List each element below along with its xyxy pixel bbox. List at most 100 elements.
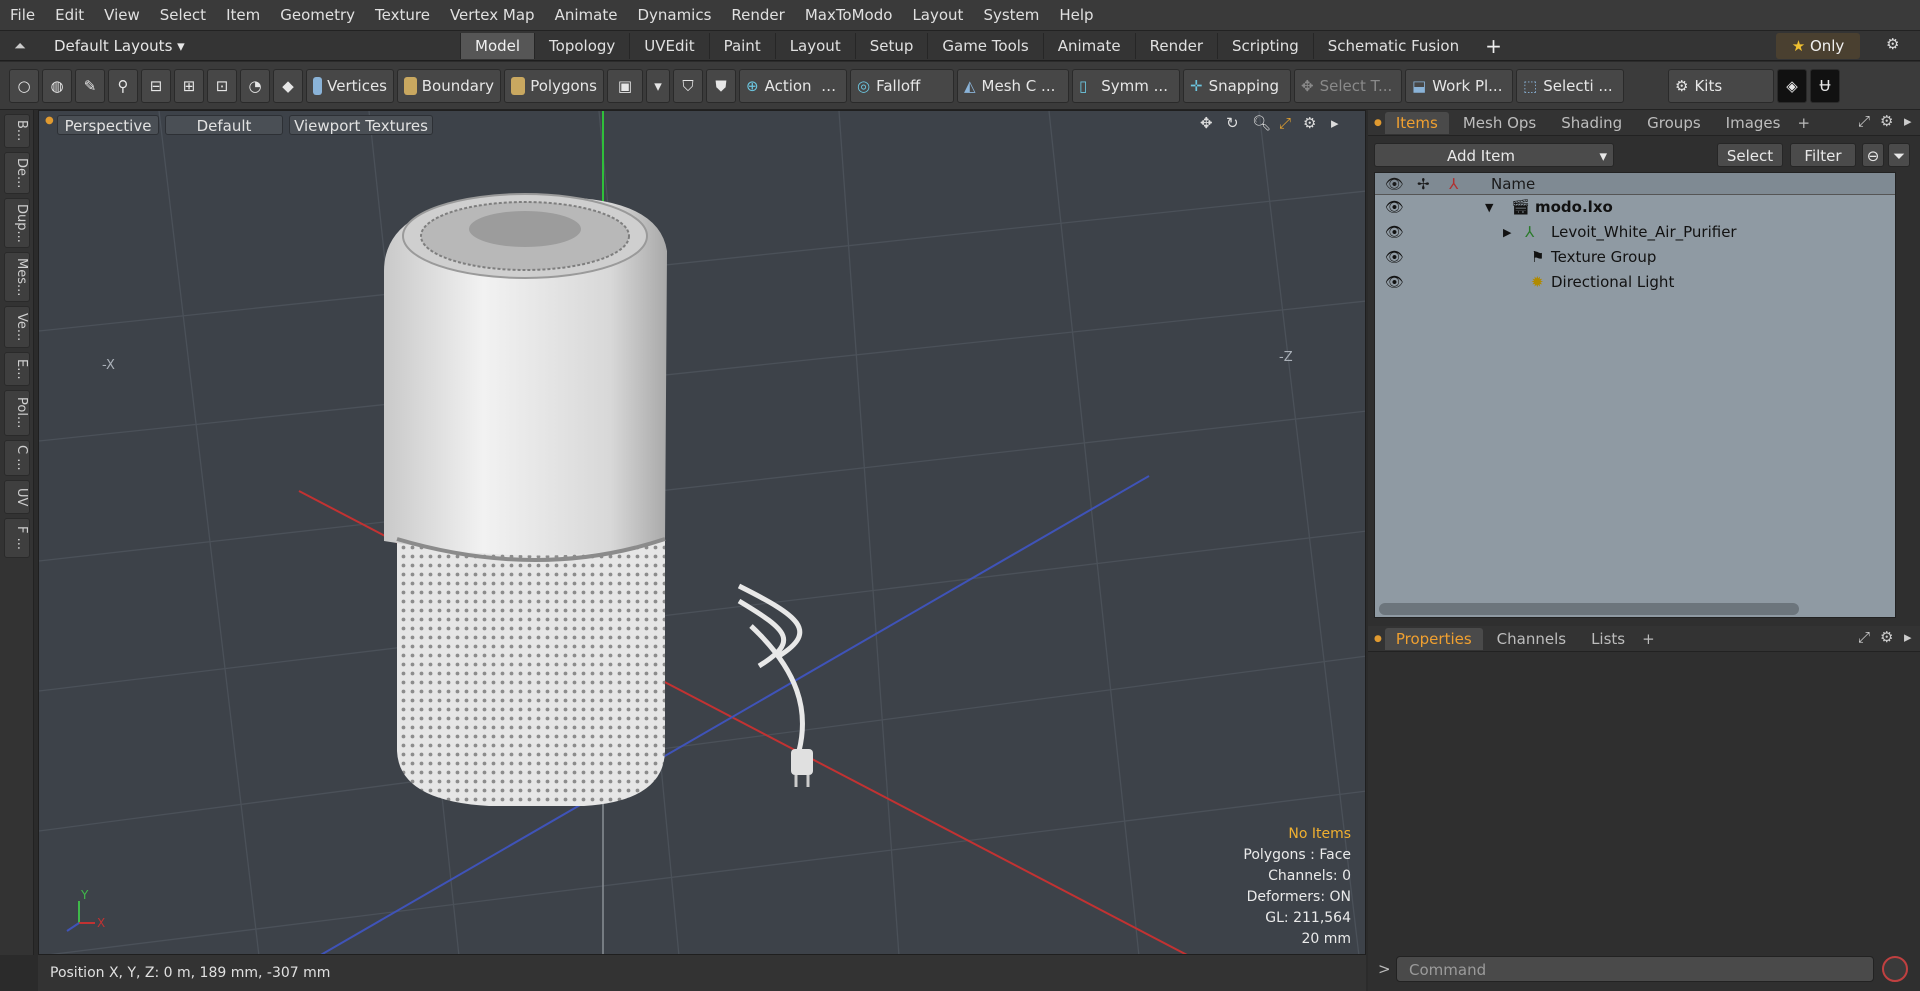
- menu-dynamics[interactable]: Dynamics: [627, 0, 721, 31]
- select-through-button[interactable]: ✥ Select T...: [1294, 68, 1402, 103]
- frame-icon[interactable]: ⊡: [207, 68, 237, 103]
- add-properties-tab-icon[interactable]: +: [1642, 630, 1655, 648]
- properties-expand-icon[interactable]: ⤢: [1858, 628, 1870, 646]
- tab-animate[interactable]: Animate: [1042, 32, 1135, 59]
- eye-icon[interactable]: 👁︎: [1385, 220, 1404, 245]
- left-tab-mesh-edit[interactable]: Mes...: [4, 252, 30, 302]
- tab-groups[interactable]: Groups: [1636, 112, 1711, 134]
- expand-down-icon[interactable]: ▼: [1485, 195, 1493, 220]
- eye-icon[interactable]: 👁︎: [1385, 195, 1404, 220]
- tab-lists[interactable]: Lists: [1580, 628, 1636, 650]
- dropdown-arrow-icon[interactable]: ▾: [646, 68, 670, 103]
- expand-right-icon[interactable]: ▶: [1503, 220, 1511, 245]
- work-plane-button[interactable]: ⬓ Work Pl...: [1405, 68, 1513, 103]
- left-tab-curve[interactable]: C ...: [4, 440, 30, 476]
- align-icon[interactable]: ⊟: [141, 68, 171, 103]
- menu-select[interactable]: Select: [150, 0, 216, 31]
- tab-images[interactable]: Images: [1715, 112, 1792, 134]
- left-tab-edge[interactable]: E...: [4, 352, 30, 386]
- unity-icon[interactable]: ◈: [1777, 68, 1807, 103]
- unreal-icon[interactable]: Ʉ: [1810, 68, 1840, 103]
- zoom-view-icon[interactable]: 🔍︎: [1252, 114, 1271, 132]
- item-mode-icon[interactable]: ◆: [273, 68, 303, 103]
- tab-model[interactable]: Model: [460, 32, 535, 59]
- mesh-constraint-button[interactable]: ◭ Mesh C ...: [957, 68, 1069, 103]
- viewport-menu-arrow-icon[interactable]: ▸: [1331, 114, 1339, 132]
- command-input[interactable]: Command: [1396, 956, 1874, 982]
- layout-selector[interactable]: Default Layouts ▾: [40, 37, 460, 55]
- collapse-list-icon[interactable]: ⊖: [1862, 143, 1884, 167]
- filter-button[interactable]: Filter: [1790, 143, 1856, 167]
- viewport-dot-icon[interactable]: ●: [45, 115, 54, 126]
- properties-gear-icon[interactable]: ⚙: [1880, 628, 1893, 646]
- only-toggle[interactable]: ★ Only: [1776, 33, 1860, 59]
- menu-view[interactable]: View: [94, 0, 150, 31]
- panel-expand-icon[interactable]: ⤢: [1858, 112, 1870, 130]
- select-circle-icon[interactable]: ○: [9, 68, 39, 103]
- panel-arrow-icon[interactable]: ▸: [1904, 112, 1912, 130]
- pen-icon[interactable]: ✎: [75, 68, 105, 103]
- list-item[interactable]: 👁︎ ⚑ Texture Group: [1375, 245, 1895, 270]
- rotate-view-icon[interactable]: ↻: [1226, 114, 1239, 132]
- add-tab-icon[interactable]: +: [1485, 34, 1502, 58]
- menu-item[interactable]: Item: [216, 0, 270, 31]
- add-panel-tab-icon[interactable]: +: [1797, 114, 1810, 132]
- menu-maxtomodo[interactable]: MaxToModo: [795, 0, 903, 31]
- panel-gear-icon[interactable]: ⚙: [1880, 112, 1893, 130]
- menu-geometry[interactable]: Geometry: [270, 0, 365, 31]
- 3d-viewport[interactable]: -X -Z Y X ● Perspective Default Viewport…: [38, 110, 1366, 955]
- snapping-button[interactable]: ✛ Snapping: [1183, 68, 1291, 103]
- tab-schematic-fusion[interactable]: Schematic Fusion: [1312, 32, 1473, 59]
- left-tab-duplicate[interactable]: Dup...: [4, 198, 30, 248]
- grid-icon[interactable]: ⊞: [174, 68, 204, 103]
- selection-sets-button[interactable]: ⬚ Selecti ...: [1516, 68, 1624, 103]
- menu-file[interactable]: File: [0, 0, 45, 31]
- gear-icon[interactable]: ⚙: [1886, 35, 1899, 53]
- tab-shading[interactable]: Shading: [1550, 112, 1633, 134]
- move-view-icon[interactable]: ✥: [1200, 114, 1213, 132]
- left-tab-vertex[interactable]: Ve...: [4, 306, 30, 348]
- boundary-button[interactable]: Boundary: [397, 68, 501, 103]
- menu-animate[interactable]: Animate: [545, 0, 628, 31]
- menu-render[interactable]: Render: [721, 0, 794, 31]
- viewport-gear-icon[interactable]: ⚙: [1303, 114, 1316, 132]
- tab-layout[interactable]: Layout: [774, 32, 855, 59]
- tab-scripting[interactable]: Scripting: [1217, 32, 1313, 59]
- tab-setup[interactable]: Setup: [854, 32, 928, 59]
- brush-icon[interactable]: ⚲: [108, 68, 138, 103]
- list-item[interactable]: 👁︎ ▼ 🎬︎ modo.lxo: [1375, 195, 1895, 220]
- menu-help[interactable]: Help: [1049, 0, 1103, 31]
- tab-mesh-ops[interactable]: Mesh Ops: [1452, 112, 1547, 134]
- menu-edit[interactable]: Edit: [45, 0, 94, 31]
- left-tab-polygon[interactable]: Pol...: [4, 390, 30, 436]
- menu-vertex-map[interactable]: Vertex Map: [440, 0, 545, 31]
- action-center-button[interactable]: ⊕ Action …: [739, 68, 847, 103]
- eye-icon[interactable]: 👁︎: [1385, 270, 1404, 295]
- menu-texture[interactable]: Texture: [365, 0, 440, 31]
- list-item[interactable]: 👁︎ ▶ ⅄ Levoit_White_Air_Purifier: [1375, 220, 1895, 245]
- list-item[interactable]: 👁︎ ✹ Directional Light: [1375, 270, 1895, 295]
- tab-uvedit[interactable]: UVEdit: [629, 32, 708, 59]
- panel-dot-icon[interactable]: ●: [1374, 118, 1382, 128]
- add-item-button[interactable]: Add Item ▾: [1374, 143, 1614, 167]
- left-tab-uv[interactable]: UV: [4, 480, 30, 514]
- tab-topology[interactable]: Topology: [534, 32, 629, 59]
- left-tab-basic[interactable]: B...: [4, 114, 30, 148]
- maximize-view-icon[interactable]: ⤢: [1279, 114, 1291, 132]
- tab-paint[interactable]: Paint: [708, 32, 775, 59]
- menu-layout[interactable]: Layout: [902, 0, 973, 31]
- tab-channels[interactable]: Channels: [1486, 628, 1577, 650]
- globe-icon[interactable]: ◍: [42, 68, 72, 103]
- menu-system[interactable]: System: [973, 0, 1049, 31]
- collapse-up-icon[interactable]: ⏶: [0, 37, 40, 55]
- rotate-circle-icon[interactable]: ◔: [240, 68, 270, 103]
- tab-game-tools[interactable]: Game Tools: [927, 32, 1042, 59]
- select-button[interactable]: Select: [1717, 143, 1783, 167]
- eye-icon[interactable]: 👁︎: [1385, 245, 1404, 270]
- viewport-textures-button[interactable]: Viewport Textures: [289, 115, 433, 135]
- shading-default-button[interactable]: Default: [165, 115, 283, 135]
- properties-arrow-icon[interactable]: ▸: [1904, 628, 1912, 646]
- falloff-button[interactable]: ◎ Falloff: [850, 68, 954, 103]
- properties-dot-icon[interactable]: ●: [1374, 634, 1382, 644]
- shield-icon[interactable]: ⛉: [673, 68, 703, 103]
